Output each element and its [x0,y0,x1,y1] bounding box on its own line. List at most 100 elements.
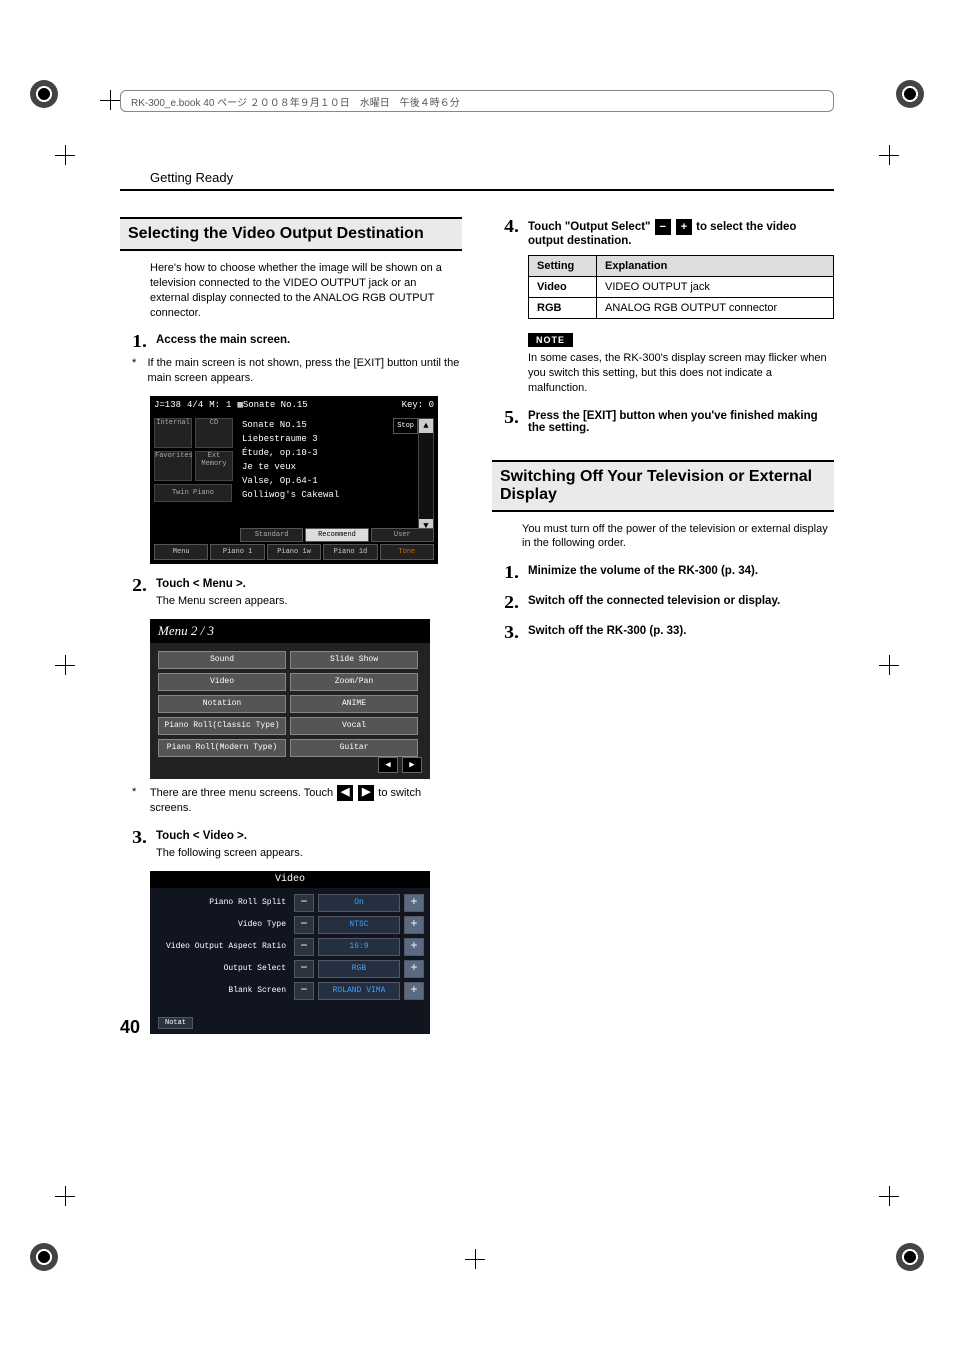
asterisk: * [132,785,142,816]
step-title: Access the main screen. [156,334,462,346]
tile-ext-memory: Ext Memory [195,451,233,481]
step-title: Press the [EXIT] button when you've fini… [528,410,834,434]
output-select-table: Setting Explanation Video VIDEO OUTPUT j… [528,255,834,319]
crop-mark [879,655,899,675]
plus-icon: + [404,894,424,912]
td-setting: RGB [529,298,597,319]
step-number: 2. [125,576,147,609]
step-title: Switch off the RK-300 (p. 33). [528,625,834,637]
crop-mark [55,655,75,675]
plus-icon: + [676,219,692,235]
minus-icon: − [294,916,314,934]
step-note: There are three menu screens. Touch ◀ ▶ … [150,785,462,816]
left-arrow-icon: ◀ [337,785,353,801]
measure: 1 [226,400,231,410]
plus-icon: + [404,982,424,1000]
btn-tone: Tone [380,544,434,560]
section-heading-switching-off: Switching Off Your Television or Externa… [492,460,834,512]
video-setting-value: 16:9 [318,938,400,956]
head-rule [120,189,834,191]
song-title: ▦Sonate No.15 [237,400,395,410]
step-title: Minimize the volume of the RK-300 (p. 34… [528,565,834,577]
plus-icon: + [404,960,424,978]
video-setting-row: Video Type−NTSC+ [156,916,424,934]
print-registration-mark [896,80,924,108]
btn-menu: Menu [154,544,208,560]
video-setting-value: RGB [318,960,400,978]
step-number: 4. [497,217,519,396]
menu-item: Piano Roll(Classic Type) [158,717,286,735]
menu-item: Slide Show [290,651,418,669]
tab-recommend: Recommend [305,528,368,542]
print-header: RK-300_e.book 40 ページ ２００８年９月１０日 水曜日 午後４時… [120,90,834,112]
figure-menu-screen: Menu 2 / 3 Sound Slide Show Video Zoom/P… [150,619,430,779]
asterisk: * [132,356,139,386]
minus-icon: − [294,938,314,956]
video-setting-value: On [318,894,400,912]
video-setting-row: Output Select−RGB+ [156,960,424,978]
step-title: Touch "Output Select" − + to select the … [528,219,834,247]
th-setting: Setting [529,256,597,277]
m-label: M: [209,400,220,410]
video-setting-row: Video Output Aspect Ratio−16:9+ [156,938,424,956]
video-setting-label: Blank Screen [156,986,290,995]
step-number: 3. [125,828,147,861]
song-list: Sonate No.15 Stop Liebestraume 3 Étude, … [240,418,418,502]
step-text: The Menu screen appears. [156,594,462,609]
plus-icon: + [404,916,424,934]
tile-internal: Internal [154,418,192,448]
crop-mark [879,145,899,165]
plus-icon: + [404,938,424,956]
step-note: If the main screen is not shown, press t… [147,356,462,386]
btn-piano1w: Piano 1w [267,544,321,560]
key: Key: 0 [402,400,434,410]
video-setting-label: Video Output Aspect Ratio [156,942,290,951]
menu-item: ANIME [290,695,418,713]
print-registration-mark [30,1243,58,1271]
tab-standard: Standard [240,528,303,542]
timesig: 4/4 [187,400,203,410]
th-explanation: Explanation [596,256,833,277]
minus-icon: − [294,894,314,912]
step-number: 5. [497,408,519,438]
step-title: Switch off the connected television or d… [528,595,834,607]
menu-item: Zoom/Pan [290,673,418,691]
minus-icon: − [294,960,314,978]
step-title: Touch < Video >. [156,830,462,842]
step-text: The following screen appears. [156,846,462,861]
crop-mark [55,1186,75,1206]
page-number: 40 [120,1017,140,1038]
video-setting-label: Output Select [156,964,290,973]
print-registration-mark [896,1243,924,1271]
step-title: Touch < Menu >. [156,578,462,590]
figure-main-screen: J=138 4/4 M: 1 ▦Sonate No.15 Key: 0 Inte… [150,396,438,564]
notat-button: Notat [158,1017,193,1028]
minus-icon: − [294,982,314,1000]
menu-title: Menu 2 / 3 [150,619,430,643]
scroll-up-icon: ▲ [419,419,433,433]
btn-piano1: Piano 1 [210,544,264,560]
crop-mark [879,1186,899,1206]
td-explanation: ANALOG RGB OUTPUT connector [596,298,833,319]
stop-tag: Stop [393,418,418,434]
intro-text: You must turn off the power of the telev… [492,522,834,552]
minus-icon: − [655,219,671,235]
video-setting-row: Piano Roll Split−On+ [156,894,424,912]
menu-item: Guitar [290,739,418,757]
tile-twin-piano: Twin Piano [154,484,232,502]
list-item: Golliwog's Cakewal [240,488,418,502]
crop-mark [100,90,120,110]
tab-user: User [371,528,434,542]
video-setting-label: Video Type [156,920,290,929]
crop-mark [55,145,75,165]
list-item: Liebestraume 3 [240,432,418,446]
video-setting-value: ROLAND VIMA [318,982,400,1000]
running-head: Getting Ready [150,170,834,185]
list-item: Je te veux [240,460,418,474]
note-label: NOTE [528,333,573,347]
td-explanation: VIDEO OUTPUT jack [596,277,833,298]
print-registration-mark [30,80,58,108]
list-item: Valse, Op.64-1 [240,474,418,488]
note-text-a: There are three menu screens. Touch [150,787,333,799]
td-setting: Video [529,277,597,298]
